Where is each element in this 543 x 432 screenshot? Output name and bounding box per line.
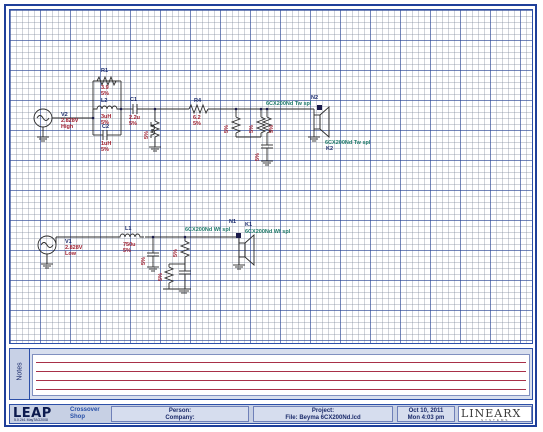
- woofer-label-bottom: 6CX200Nd Wf spl: [245, 229, 291, 235]
- person-label: Person:: [168, 408, 192, 414]
- c1-ref-label: C1: [130, 97, 137, 103]
- tweeter-label-top: 6CX200Nd Tw spl: [266, 101, 312, 107]
- r2-tol-label: 5%: [173, 249, 179, 257]
- tweeter-driver-cone: [319, 105, 330, 139]
- c3-capacitor: [147, 252, 159, 257]
- c1-tol-label: 5%: [129, 121, 137, 127]
- r8-capacitor: [261, 144, 273, 161]
- c1-capacitor: [127, 104, 189, 114]
- notes-line: [36, 389, 526, 390]
- person-cell: Person: Company:: [111, 406, 249, 422]
- l1-ref-label: L1: [125, 226, 131, 232]
- page: V2 2.828V High R1 3.9 5% L2 3uH 5% C2 1u…: [0, 0, 543, 432]
- v1-source-symbol: [37, 235, 57, 269]
- c3-tol-label: 5%: [141, 257, 147, 265]
- n1-node: [236, 233, 241, 238]
- notes-line: [36, 362, 526, 363]
- notes-panel: Notes: [9, 348, 533, 400]
- woofer-driver-box: [238, 242, 246, 258]
- k2-ref-label: K2: [326, 146, 333, 152]
- v1-tag-label: Low: [65, 251, 77, 257]
- v2-tag-label: High: [61, 124, 74, 130]
- c2-capacitor: [97, 130, 121, 140]
- r1-tol-label: 5%: [101, 91, 109, 97]
- c2-ref-label: C2: [102, 124, 109, 130]
- l2-ref-label: L2: [101, 98, 107, 104]
- k1-ref-label: K1: [245, 222, 252, 228]
- l2-inductor: [93, 105, 121, 110]
- r1-ref-label: R1: [101, 68, 108, 74]
- n2-ref-label: N2: [311, 95, 318, 101]
- r8-tol-label: 5%: [255, 153, 261, 161]
- notes-label: Notes: [16, 362, 24, 381]
- r5-tol-label: 5%: [224, 125, 230, 133]
- notes-label-box: Notes: [10, 349, 30, 399]
- c2-tol-label: 5%: [101, 147, 109, 153]
- logo-cell: LEAP 5.0.2b1 MayTAG2008: [11, 406, 67, 422]
- title-block: LEAP 5.0.2b1 MayTAG2008 Crossover Shop P…: [9, 404, 533, 424]
- app-name-line1: Crossover: [70, 407, 100, 413]
- app-cell: Crossover Shop: [68, 406, 108, 422]
- r2-resistor: [179, 240, 191, 258]
- linearx-logo: LINEARX SYSTEMS: [458, 406, 532, 422]
- r4-tol-label: 5%: [193, 121, 201, 127]
- notes-text-area[interactable]: [32, 354, 530, 396]
- r9-tol-label: 5%: [144, 131, 150, 139]
- r4-ref-label: R4: [194, 98, 202, 104]
- time-text: Mon 4:03 pm: [407, 415, 445, 421]
- woofer-driver-cone: [244, 233, 255, 267]
- r4-resistor: [188, 103, 209, 115]
- company-label: Company:: [165, 415, 195, 421]
- r5-resistor: [230, 116, 242, 134]
- l1-tol-label: 5%: [123, 248, 131, 254]
- r3-resistor: [163, 266, 175, 284]
- r3-tol-label: 5%: [158, 273, 164, 281]
- n1-ref-label: N1: [229, 219, 236, 225]
- leap-version: 5.0.2b1 MayTAG2008: [14, 418, 48, 422]
- n2-node: [317, 105, 322, 110]
- linearx-sub: SYSTEMS: [481, 418, 510, 422]
- date-text: Oct 10, 2011: [408, 408, 444, 414]
- r6-tol-label: 5%: [249, 125, 255, 133]
- project-label: Project:: [311, 408, 335, 414]
- date-cell: Oct 10, 2011 Mon 4:03 pm: [397, 406, 455, 422]
- file-name: File: Beyma 6CX200Nd.lcd: [285, 415, 361, 421]
- v2-source-symbol: [33, 108, 53, 142]
- woofer-label-top: 6CX200Nd Wf spl: [185, 227, 231, 233]
- notes-line: [36, 380, 526, 381]
- tweeter-driver-box: [313, 114, 321, 130]
- project-cell: Project: File: Beyma 6CX200Nd.lcd: [253, 406, 393, 422]
- r6-resistor: [255, 116, 267, 134]
- r3-capacitor: [179, 270, 191, 275]
- r7-tol-label: 5%: [269, 125, 275, 133]
- schematic[interactable]: V2 2.828V High R1 3.9 5% L2 3uH 5% C2 1u…: [9, 9, 533, 344]
- app-name-line2: Shop: [70, 414, 85, 420]
- notes-line: [36, 371, 526, 372]
- l1-inductor: [117, 233, 144, 238]
